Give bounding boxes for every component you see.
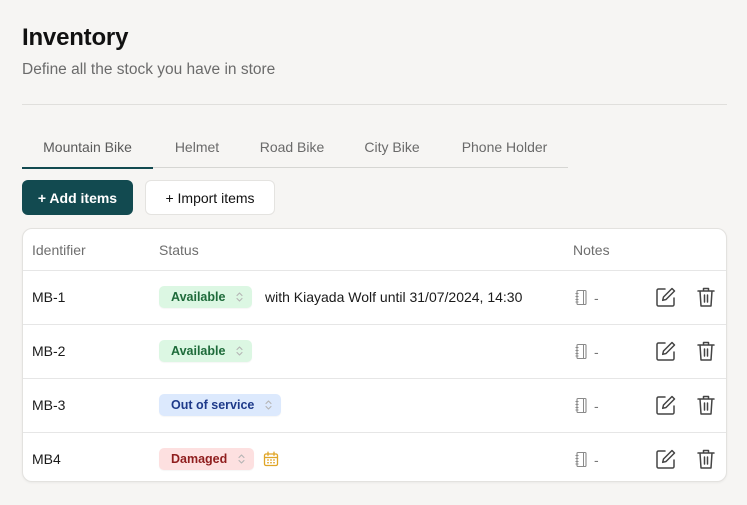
table-row: MB-2 Available - xyxy=(23,325,726,379)
item-identifier: MB-1 xyxy=(32,289,66,305)
notebook-icon xyxy=(575,343,587,360)
notes-text: - xyxy=(594,343,599,360)
item-identifier: MB4 xyxy=(32,451,61,467)
column-header-status: Status xyxy=(159,242,199,258)
header-divider xyxy=(22,104,727,105)
notes-text: - xyxy=(594,397,599,414)
chevron-up-down-icon xyxy=(236,346,243,356)
trash-icon[interactable] xyxy=(696,394,716,416)
notes-text: - xyxy=(594,289,599,306)
notebook-icon xyxy=(575,289,587,306)
category-tabs: Mountain Bike Helmet Road Bike City Bike… xyxy=(22,130,568,169)
chevron-up-down-icon xyxy=(265,400,272,410)
calendar-icon[interactable] xyxy=(263,451,279,467)
edit-icon[interactable] xyxy=(655,340,677,362)
notes-cell[interactable]: - xyxy=(574,289,599,306)
status-label: Available xyxy=(171,290,226,304)
status-label: Available xyxy=(171,344,226,358)
page-subtitle: Define all the stock you have in store xyxy=(22,61,276,78)
tab-road-bike[interactable]: Road Bike xyxy=(241,130,343,167)
page-title: Inventory xyxy=(22,24,129,51)
item-identifier: MB-3 xyxy=(32,397,66,413)
notebook-icon xyxy=(575,397,587,414)
notes-cell[interactable]: - xyxy=(574,397,599,414)
notes-cell[interactable]: - xyxy=(574,451,599,468)
column-header-identifier: Identifier xyxy=(32,242,86,258)
status-select[interactable]: Available xyxy=(159,340,253,362)
trash-icon[interactable] xyxy=(696,448,716,470)
edit-icon[interactable] xyxy=(655,286,677,308)
table-row: MB-1 Available with Kiayada Wolf until 3… xyxy=(23,271,726,325)
notebook-icon xyxy=(575,451,587,468)
tab-phone-holder[interactable]: Phone Holder xyxy=(441,130,568,167)
trash-icon[interactable] xyxy=(696,286,716,308)
status-label: Out of service xyxy=(171,398,255,412)
edit-icon[interactable] xyxy=(655,394,677,416)
status-note: with Kiayada Wolf until 31/07/2024, 14:3… xyxy=(265,289,523,305)
import-items-button[interactable]: + Import items xyxy=(145,180,275,215)
trash-icon[interactable] xyxy=(696,340,716,362)
status-select[interactable]: Damaged xyxy=(159,448,255,470)
table-header: Identifier Status Notes xyxy=(23,229,726,271)
table-row: MB4 Damaged - xyxy=(23,433,726,481)
chevron-up-down-icon xyxy=(238,454,245,464)
add-items-button[interactable]: + Add items xyxy=(22,180,133,215)
tab-mountain-bike[interactable]: Mountain Bike xyxy=(22,130,153,169)
notes-cell[interactable]: - xyxy=(574,343,599,360)
notes-text: - xyxy=(594,451,599,468)
column-header-notes: Notes xyxy=(573,242,610,258)
edit-icon[interactable] xyxy=(655,448,677,470)
chevron-up-down-icon xyxy=(236,292,243,302)
inventory-table: Identifier Status Notes MB-1 Available w… xyxy=(22,228,727,482)
status-select[interactable]: Out of service xyxy=(159,394,282,416)
item-identifier: MB-2 xyxy=(32,343,66,359)
table-row: MB-3 Out of service - xyxy=(23,379,726,433)
tab-city-bike[interactable]: City Bike xyxy=(343,130,441,167)
tab-helmet[interactable]: Helmet xyxy=(153,130,241,167)
status-label: Damaged xyxy=(171,452,228,466)
status-select[interactable]: Available xyxy=(159,286,253,308)
